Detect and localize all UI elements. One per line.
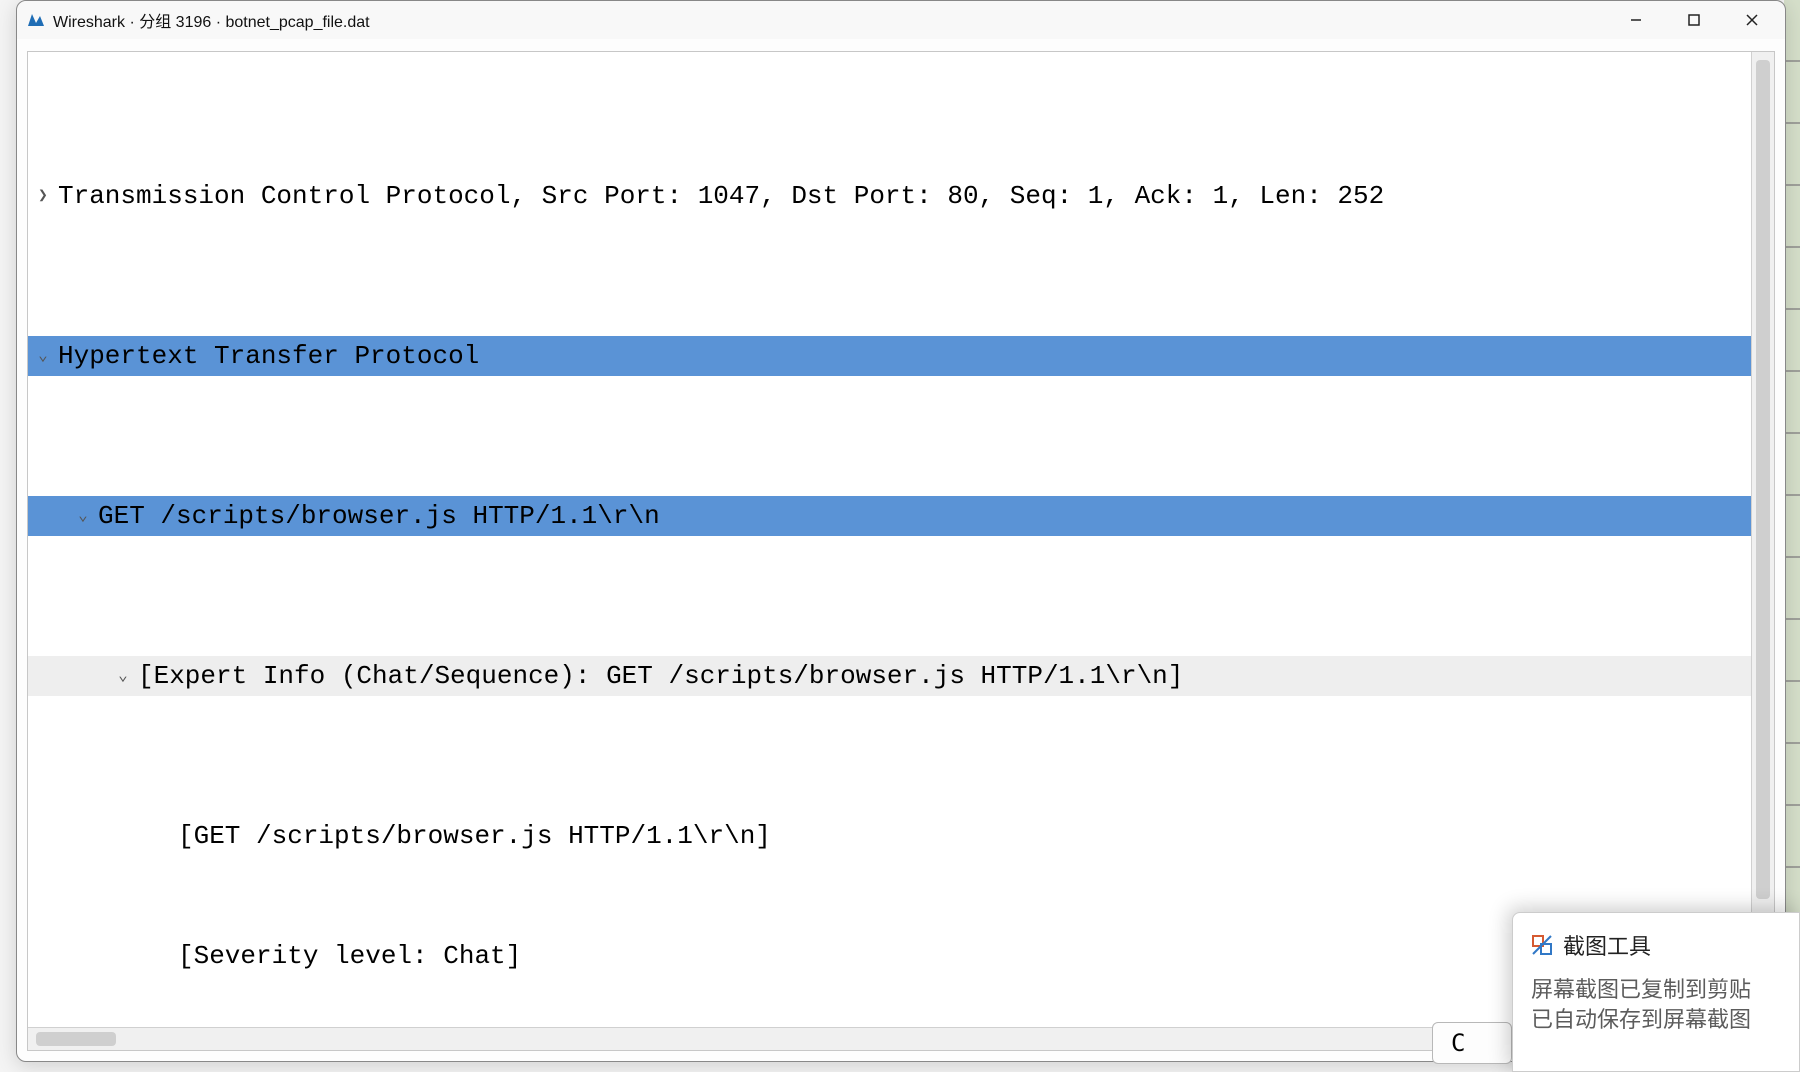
window-controls xyxy=(1607,1,1781,39)
protocol-tree: ❯Transmission Control Protocol, Src Port… xyxy=(28,52,1774,1051)
tree-label: Transmission Control Protocol, Src Port:… xyxy=(58,176,1384,216)
scrollbar-thumb[interactable] xyxy=(36,1032,116,1046)
tree-row-get[interactable]: ⌄GET /scripts/browser.js HTTP/1.1\r\n xyxy=(28,496,1774,536)
tree-label: [Expert Info (Chat/Sequence): GET /scrip… xyxy=(138,656,1183,696)
close-button[interactable] xyxy=(1723,1,1781,39)
tree-row-expert[interactable]: ⌄[Expert Info (Chat/Sequence): GET /scri… xyxy=(28,656,1774,696)
tree-label: [GET /scripts/browser.js HTTP/1.1\r\n] xyxy=(178,816,771,856)
maximize-button[interactable] xyxy=(1665,1,1723,39)
tree-label: Hypertext Transfer Protocol xyxy=(58,336,479,376)
caret-expanded-icon[interactable]: ⌄ xyxy=(68,496,98,536)
tree-row-http[interactable]: ⌄Hypertext Transfer Protocol xyxy=(28,336,1774,376)
partial-button[interactable]: C xyxy=(1432,1022,1512,1064)
packet-details-pane[interactable]: ❯Transmission Control Protocol, Src Port… xyxy=(27,51,1775,1051)
wireshark-packet-window: Wireshark · 分组 3196 · botnet_pcap_file.d… xyxy=(16,0,1786,1062)
tree-row[interactable]: [GET /scripts/browser.js HTTP/1.1\r\n] xyxy=(28,816,1774,856)
caret-expanded-icon[interactable]: ⌄ xyxy=(28,336,58,376)
wireshark-icon xyxy=(27,11,45,29)
caret-expanded-icon[interactable]: ⌄ xyxy=(108,656,138,696)
tree-row-tcp[interactable]: ❯Transmission Control Protocol, Src Port… xyxy=(28,176,1774,216)
toast-message-line: 屏幕截图已复制到剪贴 xyxy=(1531,975,1781,1005)
minimize-button[interactable] xyxy=(1607,1,1665,39)
tree-label: [Severity level: Chat] xyxy=(178,936,521,976)
snipping-tool-icon xyxy=(1531,934,1553,956)
snipping-tool-toast[interactable]: 截图工具 屏幕截图已复制到剪贴 已自动保存到屏幕截图 xyxy=(1512,912,1800,1072)
caret-collapsed-icon[interactable]: ❯ xyxy=(28,176,58,216)
toast-title: 截图工具 xyxy=(1563,929,1651,961)
scrollbar-thumb[interactable] xyxy=(1756,60,1770,899)
titlebar[interactable]: Wireshark · 分组 3196 · botnet_pcap_file.d… xyxy=(17,1,1785,39)
tree-label: GET /scripts/browser.js HTTP/1.1\r\n xyxy=(98,496,660,536)
toast-header: 截图工具 xyxy=(1531,929,1781,961)
vertical-scrollbar[interactable] xyxy=(1751,52,1774,1028)
window-title: Wireshark · 分组 3196 · botnet_pcap_file.d… xyxy=(53,8,370,32)
partial-button-label: C xyxy=(1451,1029,1465,1057)
toast-message-line: 已自动保存到屏幕截图 xyxy=(1531,1005,1781,1035)
